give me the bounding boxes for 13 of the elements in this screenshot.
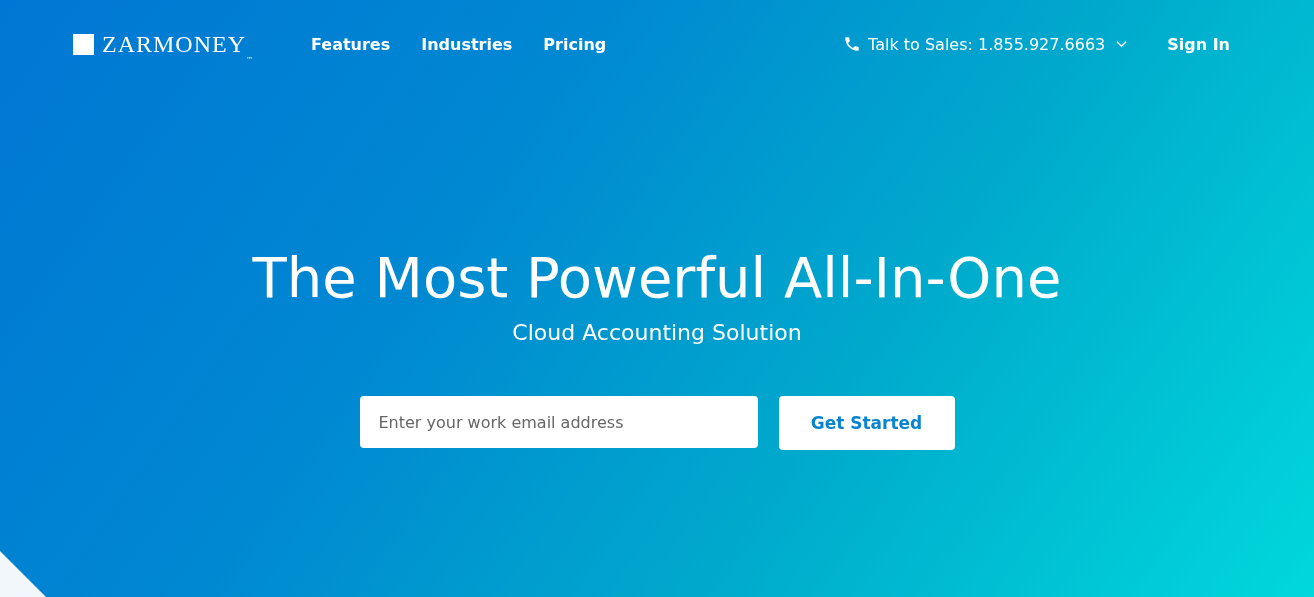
phone-icon <box>843 35 862 53</box>
logo-square-icon <box>73 33 94 55</box>
hero-title: The Most Powerful All-In-One <box>252 244 1062 312</box>
email-input-field[interactable]: Enter your work email address <box>359 396 758 448</box>
logo-text: ZARMONEY <box>102 30 246 58</box>
nav-link[interactable]: Industries <box>421 34 513 54</box>
nav-link[interactable]: Features <box>311 34 391 54</box>
sales-phone-link[interactable]: Talk to Sales: 1.855.927.6663 <box>843 34 1128 54</box>
nav-link[interactable]: Pricing <box>543 34 607 54</box>
get-started-button[interactable]: Get Started <box>778 396 955 450</box>
caret-icon <box>1116 40 1128 48</box>
sign-in-link[interactable]: Sign In <box>1167 34 1230 54</box>
hero-subtitle: Cloud Accounting Solution <box>512 319 802 347</box>
